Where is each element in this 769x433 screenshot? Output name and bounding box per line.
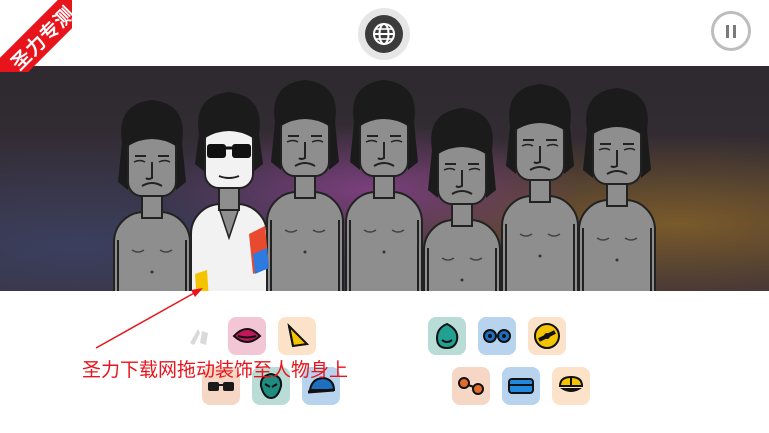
hint-text: 圣力下载网拖动装饰至人物身上	[82, 359, 349, 381]
globe-button[interactable]	[358, 8, 410, 60]
character-4[interactable]	[345, 79, 423, 291]
corner-ribbon: 圣力专测	[0, 0, 72, 72]
character-7[interactable]	[578, 87, 656, 291]
used-slot-icon[interactable]	[180, 317, 218, 355]
blue-box-icon[interactable]	[502, 367, 540, 405]
character-5[interactable]	[423, 107, 501, 291]
globe-icon	[365, 15, 403, 53]
character-2[interactable]	[190, 92, 269, 291]
character-lineup	[113, 79, 656, 291]
yellow-horn-icon[interactable]	[278, 317, 316, 355]
pause-button[interactable]	[711, 11, 751, 51]
character-6[interactable]	[501, 83, 579, 291]
blue-goggles-icon[interactable]	[478, 317, 516, 355]
lips-icon[interactable]	[228, 317, 266, 355]
stage	[0, 66, 769, 291]
yellow-disc-icon[interactable]	[528, 317, 566, 355]
character-1[interactable]	[113, 99, 191, 291]
teal-drop-icon[interactable]	[428, 317, 466, 355]
pause-icon	[726, 24, 729, 38]
top-bar	[0, 0, 769, 66]
ribbon-text: 圣力专测	[6, 1, 72, 72]
orange-dots-icon[interactable]	[452, 367, 490, 405]
yellow-split-icon[interactable]	[552, 367, 590, 405]
character-3[interactable]	[266, 79, 344, 291]
